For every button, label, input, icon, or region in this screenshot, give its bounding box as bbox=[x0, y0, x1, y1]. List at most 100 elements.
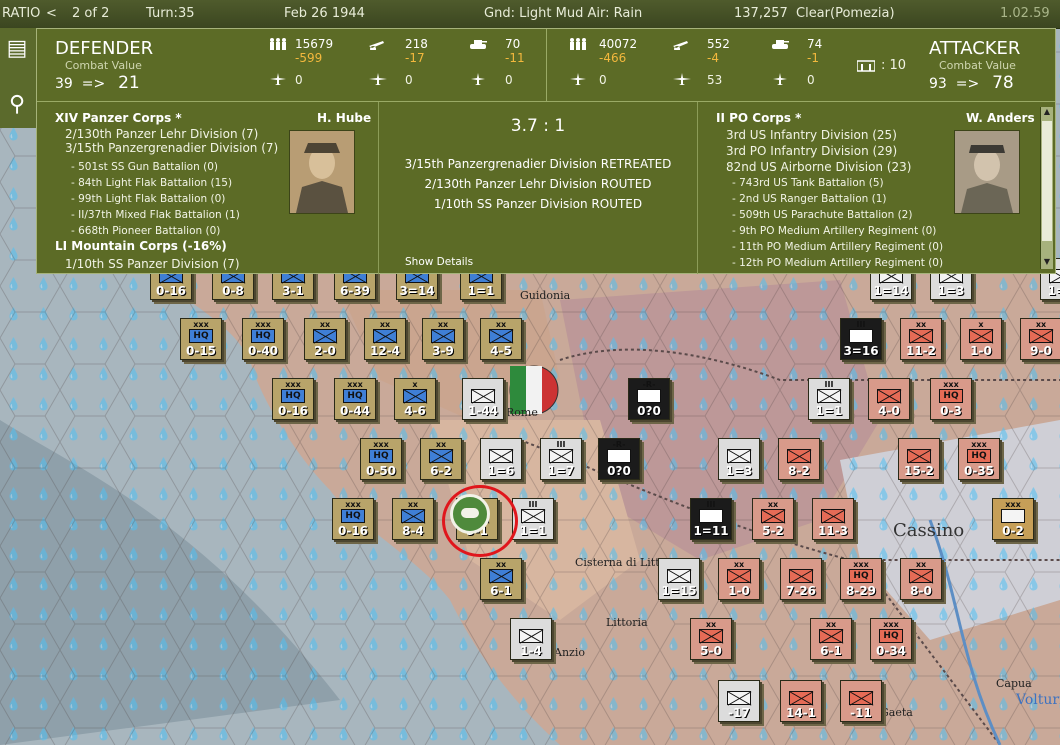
unit-counter[interactable]: xxx HQ 0-3 bbox=[930, 378, 972, 420]
prev-page-button[interactable]: < bbox=[46, 6, 57, 21]
unit-counter[interactable]: xxx HQ 0-40 bbox=[242, 318, 284, 360]
unit-type-icon: HQ bbox=[341, 509, 365, 523]
unit-size: xx bbox=[437, 320, 449, 329]
unit-type-icon bbox=[403, 389, 427, 403]
unit-counter[interactable]: 1-4 bbox=[510, 618, 552, 660]
unit-counter[interactable]: xxx HQ 0-50 bbox=[360, 438, 402, 480]
unit-counter[interactable]: 1=3 bbox=[718, 438, 760, 480]
unit-size: III bbox=[856, 320, 866, 329]
unit-counter[interactable]: 1=15 bbox=[658, 558, 700, 600]
unit-type-icon bbox=[519, 629, 543, 643]
combat-result-panel: DEFENDER Combat Value 39 => 21 15679 -599… bbox=[36, 28, 1056, 274]
defender-tanks: 70 -11 bbox=[505, 37, 525, 65]
unit-strength: 11-2 bbox=[905, 344, 937, 358]
unit-counter[interactable]: III 1=11 bbox=[690, 498, 732, 540]
unit-strength: 5-2 bbox=[762, 524, 784, 538]
unit-size: xx bbox=[407, 500, 419, 509]
unit-counter[interactable]: xx 9-0 bbox=[1020, 318, 1060, 360]
unit-counter[interactable]: xx 2-0 bbox=[304, 318, 346, 360]
scroll-up-icon[interactable]: ▲ bbox=[1041, 107, 1053, 119]
division-item: 3rd US Infantry Division (25) bbox=[726, 128, 897, 142]
unit-counter[interactable]: 1=6 bbox=[480, 438, 522, 480]
unit-counter[interactable]: III 1=1 bbox=[808, 378, 850, 420]
corps-name: XIV Panzer Corps * bbox=[55, 111, 182, 125]
unit-type-icon bbox=[471, 389, 495, 403]
map-label-littoria: Littoria bbox=[606, 616, 648, 629]
unit-counter[interactable]: xx 6-1 bbox=[480, 558, 522, 600]
commander-name: H. Hube bbox=[317, 111, 372, 125]
factory-icon[interactable]: ▤ bbox=[2, 34, 32, 64]
attacker-guns: 552 -4 bbox=[707, 37, 730, 65]
combat-details: XIV Panzer Corps * H. Hube 2/130th Panze… bbox=[37, 102, 1055, 274]
left-tab-label[interactable]: RATIO bbox=[2, 6, 40, 21]
unit-counter[interactable]: -11 bbox=[840, 680, 882, 722]
unit-type-icon bbox=[787, 449, 811, 463]
selected-tank-token[interactable] bbox=[450, 494, 490, 534]
unit-counter[interactable]: xx 8-0 bbox=[900, 558, 942, 600]
unit-counter[interactable]: xx 11-2 bbox=[900, 318, 942, 360]
weather-indicator: Gnd: Light Mud Air: Rain bbox=[484, 6, 643, 21]
unit-counter[interactable]: xx 8-4 bbox=[392, 498, 434, 540]
unit-counter[interactable]: x 4-6 bbox=[394, 378, 436, 420]
defender-cv-label: Combat Value bbox=[65, 59, 142, 72]
unit-counter[interactable]: xxx HQ 0-16 bbox=[272, 378, 314, 420]
unit-counter[interactable]: xx 6-1 bbox=[810, 618, 852, 660]
support-item: - 509th US Parachute Battalion (2) bbox=[732, 209, 913, 221]
support-item: - 501st SS Gun Battalion (0) bbox=[71, 161, 218, 173]
unit-counter[interactable]: 8-2 bbox=[778, 438, 820, 480]
unit-type-icon bbox=[969, 329, 993, 343]
unit-strength: 1=7 bbox=[547, 464, 575, 478]
unit-counter[interactable]: -R- 0?0 bbox=[628, 378, 670, 420]
unit-counter[interactable]: xx 5-0 bbox=[690, 618, 732, 660]
unit-counter[interactable]: 4-0 bbox=[868, 378, 910, 420]
unit-counter[interactable]: xxx HQ 8-29 bbox=[840, 558, 882, 600]
unit-counter[interactable]: xxx HQ 0-34 bbox=[870, 618, 912, 660]
odds-ratio: 3.7 : 1 bbox=[510, 116, 566, 136]
unit-counter[interactable]: xx 6-2 bbox=[420, 438, 462, 480]
unit-counter[interactable]: xx 12-4 bbox=[364, 318, 406, 360]
artillery-icon bbox=[369, 41, 384, 50]
unit-counter[interactable]: xxx HQ 0-44 bbox=[334, 378, 376, 420]
division-item: 3rd PO Infantry Division (29) bbox=[726, 144, 898, 158]
unit-counter[interactable]: 15-2 bbox=[898, 438, 940, 480]
unit-counter[interactable]: 14-1 bbox=[780, 680, 822, 722]
attacker-units-list[interactable]: II PO Corps * W. Anders 3rd US Infantry … bbox=[698, 102, 1038, 274]
unit-strength: 0-40 bbox=[247, 344, 279, 358]
unit-counter[interactable]: xxx HQ 0-35 bbox=[958, 438, 1000, 480]
show-details-link[interactable]: Show Details bbox=[405, 256, 473, 268]
unit-type-icon bbox=[727, 449, 751, 463]
unit-strength: 14-1 bbox=[785, 706, 817, 720]
unit-counter[interactable]: III 3=16 bbox=[840, 318, 882, 360]
bomber-icon bbox=[673, 73, 691, 85]
unit-counter[interactable]: 1-44 bbox=[462, 378, 504, 420]
unit-counter[interactable]: xxx 0-2 bbox=[992, 498, 1034, 540]
unit-counter[interactable]: xxx HQ 0-15 bbox=[180, 318, 222, 360]
division-item: 2/130th Panzer Lehr Division (7) bbox=[65, 127, 259, 141]
scroll-thumb[interactable] bbox=[1042, 121, 1052, 241]
unit-strength: 0-16 bbox=[337, 524, 369, 538]
defender-aux: 0 bbox=[505, 73, 513, 87]
bridge-icon bbox=[857, 60, 875, 72]
details-scrollbar[interactable]: ▲ ▼ bbox=[1040, 107, 1053, 269]
scroll-down-icon[interactable]: ▼ bbox=[1041, 257, 1053, 269]
unit-counter[interactable]: -17 bbox=[718, 680, 760, 722]
zoom-icon[interactable]: ⚲ bbox=[2, 90, 32, 120]
unit-counter[interactable]: x 1-0 bbox=[960, 318, 1002, 360]
unit-size: xxx bbox=[853, 560, 869, 569]
unit-type-icon bbox=[909, 329, 933, 343]
unit-strength: 0-34 bbox=[875, 644, 907, 658]
unit-counter[interactable]: xx 1-0 bbox=[718, 558, 760, 600]
division-item: 1/10th SS Panzer Division (7) bbox=[65, 257, 240, 271]
defender-units-list[interactable]: XIV Panzer Corps * H. Hube 2/130th Panze… bbox=[37, 102, 378, 274]
unit-type-icon bbox=[429, 449, 453, 463]
unit-counter[interactable]: xx 4-5 bbox=[480, 318, 522, 360]
unit-counter[interactable]: xx 3-9 bbox=[422, 318, 464, 360]
unit-counter[interactable]: xxx HQ 0-16 bbox=[332, 498, 374, 540]
unit-counter[interactable]: -R- 0?0 bbox=[598, 438, 640, 480]
unit-counter[interactable]: III 1=7 bbox=[540, 438, 582, 480]
unit-counter[interactable]: 7-26 bbox=[780, 558, 822, 600]
unit-counter[interactable]: III 1=1 bbox=[512, 498, 554, 540]
unit-counter[interactable]: 11-3 bbox=[812, 498, 854, 540]
unit-strength: 8-4 bbox=[402, 524, 424, 538]
unit-counter[interactable]: xx 5-2 bbox=[752, 498, 794, 540]
